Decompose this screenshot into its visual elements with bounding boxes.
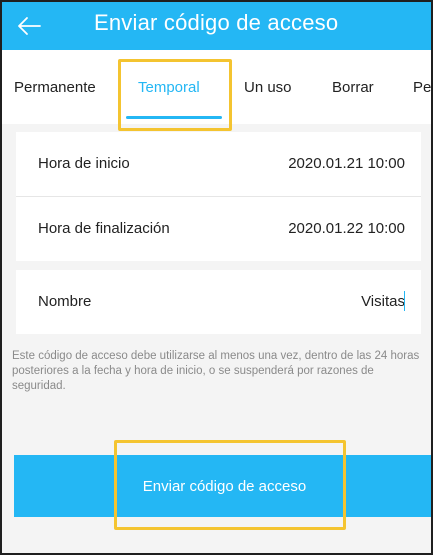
text-cursor xyxy=(404,291,405,311)
end-time-value: 2020.01.22 10:00 xyxy=(288,220,405,237)
button-highlight-box xyxy=(114,440,346,530)
name-label: Nombre xyxy=(38,293,92,310)
tab-highlight-box xyxy=(118,59,232,131)
arrow-left-icon xyxy=(18,17,41,35)
start-time-row[interactable]: Hora de inicio 2020.01.21 10:00 xyxy=(16,132,421,196)
app-screen: Enviar código de acceso Permanente Tempo… xyxy=(0,0,433,555)
name-row[interactable]: Nombre Visitas xyxy=(16,270,421,334)
tab-un-uso[interactable]: Un uso xyxy=(244,79,292,96)
tab-permanente[interactable]: Permanente xyxy=(14,79,96,96)
name-input[interactable]: Visitas xyxy=(361,293,405,310)
start-time-label: Hora de inicio xyxy=(38,155,130,172)
back-button[interactable] xyxy=(12,9,46,43)
page-title: Enviar código de acceso xyxy=(94,10,339,35)
end-time-label: Hora de finalización xyxy=(38,220,170,237)
tab-partial[interactable]: Pe xyxy=(413,79,431,96)
tab-borrar[interactable]: Borrar xyxy=(332,79,374,96)
app-header: Enviar código de acceso xyxy=(2,2,431,50)
info-note: Este código de acceso debe utilizarse al… xyxy=(12,350,420,392)
start-time-value: 2020.01.21 10:00 xyxy=(288,155,405,172)
end-time-row[interactable]: Hora de finalización 2020.01.22 10:00 xyxy=(16,197,421,261)
